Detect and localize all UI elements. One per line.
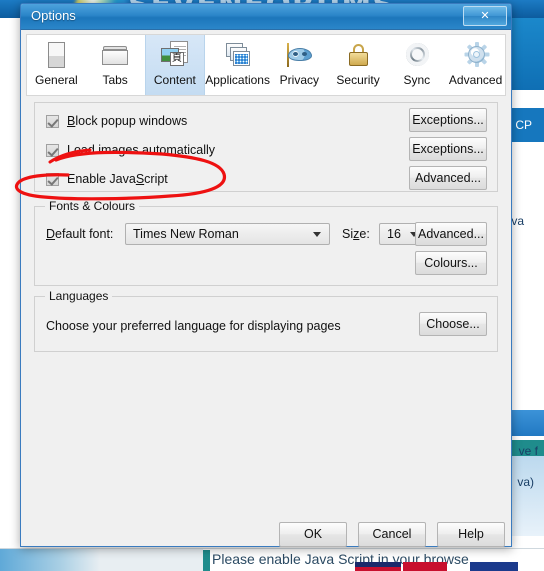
choose-language-button[interactable]: Choose...	[419, 312, 487, 336]
padlock-icon	[341, 40, 375, 72]
background-flag-blue	[470, 562, 518, 571]
checkbox-row-popup: Block popup windows	[46, 114, 187, 128]
load-images-label: Load images automatically	[67, 143, 215, 157]
javascript-advanced-button[interactable]: Advanced...	[409, 166, 487, 190]
tab-tabs[interactable]: Tabs	[86, 35, 145, 95]
popup-exceptions-button[interactable]: Exceptions...	[409, 108, 487, 132]
load-images-checkbox[interactable]	[46, 143, 59, 157]
background-flag-us	[355, 562, 401, 571]
tab-tabs-label: Tabs	[102, 73, 128, 87]
windows-icon	[221, 40, 255, 72]
default-font-value: Times New Roman	[133, 227, 239, 241]
tab-sync[interactable]: Sync	[387, 35, 446, 95]
tab-sync-label: Sync	[403, 73, 431, 87]
tab-security[interactable]: Security	[329, 35, 388, 95]
default-font-select[interactable]: Times New Roman	[125, 223, 330, 245]
background-text-fragment-vef: ve f	[518, 444, 538, 458]
mask-icon	[282, 40, 316, 72]
languages-legend: Languages	[45, 289, 113, 303]
tab-privacy-label: Privacy	[279, 73, 320, 87]
dialog-title: Options	[31, 8, 76, 23]
background-notice-marker	[203, 550, 210, 571]
gear-icon	[459, 40, 493, 72]
background-bottom-left-gradient	[0, 549, 100, 571]
tab-applications-label: Applications	[205, 73, 270, 87]
tab-privacy[interactable]: Privacy	[270, 35, 329, 95]
background-text-fragment-java: va)	[517, 475, 534, 489]
checkbox-row-javascript: Enable JavaScript	[46, 172, 168, 186]
content-page-icon: 頁	[158, 40, 192, 72]
languages-group: Languages Choose your preferred language…	[34, 289, 498, 352]
tab-advanced-label: Advanced	[448, 73, 503, 87]
fonts-colours-group: Fonts & Colours Default font: Times New …	[34, 199, 498, 286]
cancel-button[interactable]: Cancel	[358, 522, 426, 547]
enable-javascript-checkbox[interactable]	[46, 172, 59, 186]
enable-javascript-label: Enable JavaScript	[67, 172, 168, 186]
block-popups-label: Block popup windows	[67, 114, 188, 128]
ok-button[interactable]: OK	[279, 522, 347, 547]
default-font-label: Default font:	[46, 227, 114, 241]
size-label: Size:	[342, 227, 370, 241]
fonts-colours-legend: Fonts & Colours	[45, 199, 140, 213]
content-options-group: Block popup windows Load images automati…	[34, 102, 498, 192]
tab-content[interactable]: 頁 Content	[144, 35, 206, 95]
tab-general-label: General	[35, 73, 78, 87]
images-exceptions-button[interactable]: Exceptions...	[409, 137, 487, 161]
chevron-down-icon	[313, 232, 321, 237]
fonts-advanced-button[interactable]: Advanced...	[415, 222, 487, 246]
colours-button[interactable]: Colours...	[415, 251, 487, 275]
options-dialog: Options ✕ General Tabs 頁 Content Applica…	[20, 3, 512, 547]
tab-content-label: Content	[153, 73, 196, 87]
font-size-value: 16	[387, 227, 401, 241]
tab-advanced[interactable]: Advanced	[446, 35, 505, 95]
languages-description: Choose your preferred language for displ…	[46, 319, 341, 333]
page-icon	[39, 40, 73, 72]
tab-applications[interactable]: Applications	[205, 35, 270, 95]
background-cp-text: CP	[515, 118, 532, 132]
help-button[interactable]: Help	[437, 522, 505, 547]
options-toolbar: General Tabs 頁 Content Applications Priv…	[26, 34, 506, 96]
block-popups-checkbox[interactable]	[46, 114, 59, 128]
background-flag-red	[403, 562, 447, 571]
tab-security-label: Security	[336, 73, 380, 87]
sync-arrows-icon	[400, 40, 434, 72]
dialog-title-bar: Options ✕	[21, 4, 511, 30]
tab-general[interactable]: General	[27, 35, 86, 95]
folder-icon	[98, 40, 132, 72]
checkbox-row-images: Load images automatically	[46, 143, 215, 157]
background-text-fragment-va: va	[511, 214, 524, 228]
close-icon[interactable]: ✕	[463, 6, 507, 26]
